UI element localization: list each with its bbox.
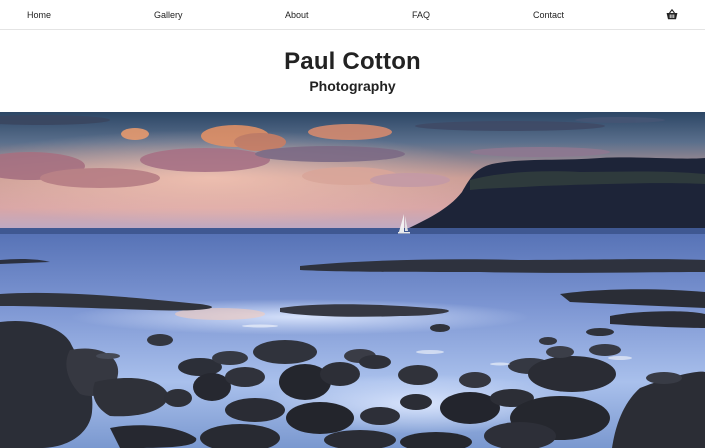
basket-icon[interactable] bbox=[666, 8, 678, 21]
nav-link-gallery[interactable]: Gallery bbox=[154, 10, 183, 21]
nav-link-home[interactable]: Home bbox=[27, 10, 51, 21]
site-title[interactable]: Paul Cotton bbox=[0, 48, 705, 76]
nav-link-contact[interactable]: Contact bbox=[533, 10, 564, 21]
coastal-sunset-photo bbox=[0, 112, 705, 448]
site-subtitle: Photography bbox=[309, 78, 396, 94]
nav-link-about[interactable]: About bbox=[285, 10, 309, 21]
site-header: Paul Cotton Photography bbox=[0, 30, 705, 112]
nav-link-faq[interactable]: FAQ bbox=[412, 10, 430, 21]
top-navigation: Home Gallery About FAQ Contact bbox=[0, 0, 705, 30]
hero-image bbox=[0, 112, 705, 448]
